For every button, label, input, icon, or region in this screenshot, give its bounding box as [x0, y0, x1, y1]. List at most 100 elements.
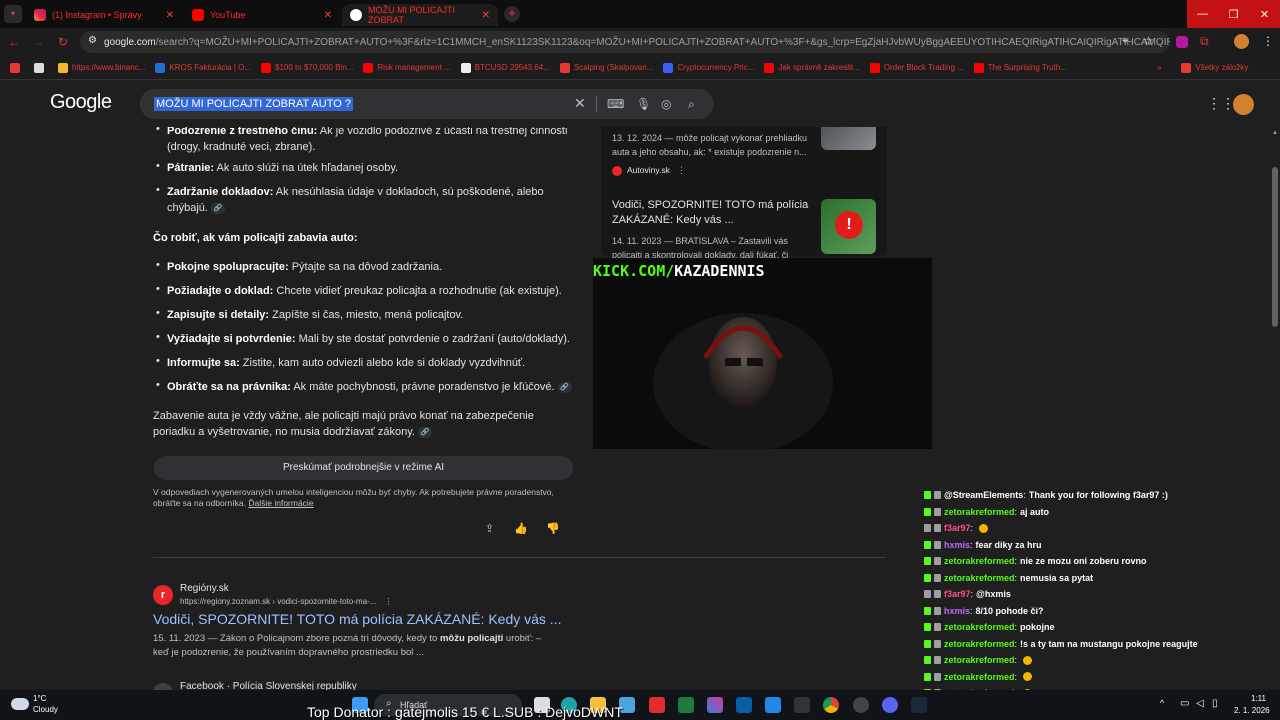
bookmark-gmail[interactable]	[34, 62, 48, 73]
bookmark-label: KROS Fakturácia | O...	[169, 63, 252, 72]
minimize-button[interactable]: —	[1187, 0, 1218, 28]
tab-youtube[interactable]: YouTube ✕	[184, 4, 340, 26]
bookmark-youtube-4[interactable]: Order Block Trading ...	[869, 62, 964, 73]
lens-icon[interactable]: ◎	[661, 97, 671, 111]
chat-username[interactable]: hxmis	[944, 603, 970, 620]
mail-icon[interactable]	[765, 697, 781, 713]
source-title[interactable]: Vodiči, SPOZORNITE! TOTO má polícia ZAKÁ…	[612, 198, 817, 228]
subscriber-badge-icon	[934, 672, 941, 681]
address-bar[interactable]: ⚙ google.com/search?q=MOŽU+MI+POLICAJTI+…	[80, 31, 1170, 53]
app-icon[interactable]	[794, 697, 810, 713]
location-icon[interactable]: ⌖	[1122, 35, 1128, 48]
maximize-button[interactable]: ❐	[1218, 0, 1249, 28]
search-box[interactable]: MOŽU MI POLICAJTI ZOBRAT AUTO ? ✕ ⌨ 🎙 ◎ …	[140, 89, 714, 119]
search-input[interactable]: MOŽU MI POLICAJTI ZOBRAT AUTO ?	[154, 97, 353, 111]
clock-date[interactable]: 2. 1. 2026	[1234, 706, 1270, 715]
bookmark-binance[interactable]: https://www.binanc...	[58, 62, 145, 73]
close-icon[interactable]: ✕	[324, 10, 332, 21]
chat-username[interactable]: zetorakreformed	[944, 619, 1015, 636]
reload-icon[interactable]: ↻	[58, 35, 68, 49]
all-bookmarks[interactable]: Všetky záložky	[1181, 62, 1248, 73]
bookmark-tradingview[interactable]: BTCUSD 29543.64...	[460, 62, 550, 73]
link-icon[interactable]: 🔗	[417, 426, 432, 438]
obs-icon[interactable]	[853, 697, 869, 713]
car-thumbnail[interactable]	[821, 127, 876, 150]
more-options-icon[interactable]: ⋮	[677, 165, 686, 176]
chat-username[interactable]: zetorakreformed	[944, 652, 1015, 669]
copilot-icon[interactable]	[707, 697, 723, 713]
ai-item-text: Zistite, kam auto odviezli alebo kde si …	[239, 357, 526, 369]
bookmark-youtube-5[interactable]: The Surprising Truth...	[973, 62, 1067, 73]
chrome-icon[interactable]	[823, 697, 839, 713]
ai-item-text: Pýtajte sa na dôvod zadržania.	[288, 261, 443, 273]
chat-username[interactable]: f3ar97	[944, 520, 971, 537]
chat-username[interactable]: hxmis	[944, 537, 970, 554]
account-avatar[interactable]	[1233, 94, 1254, 115]
regiony-favicon-icon: r	[153, 585, 173, 605]
steam-icon[interactable]	[911, 697, 927, 713]
menu-icon[interactable]: ⋮	[1262, 34, 1274, 48]
bookmark-apps[interactable]	[10, 62, 24, 73]
warning-thumbnail[interactable]: !	[821, 199, 876, 254]
result-snippet: 15. 11. 2023 — Zákon o Policajnom zbore …	[153, 632, 553, 660]
battery-icon[interactable]: ▯	[1212, 698, 1218, 709]
bookmark-youtube-3[interactable]: Jak správně zakreslit...	[764, 62, 860, 73]
apps-grid-icon[interactable]: ⋮⋮	[1207, 95, 1235, 112]
network-icon[interactable]: ▭	[1180, 698, 1189, 709]
link-icon[interactable]: 🔗	[210, 202, 225, 214]
learn-more-link[interactable]: Ďalšie informácie	[248, 498, 313, 508]
bookmarks-more[interactable]: »	[1157, 63, 1161, 72]
google-logo[interactable]: Google	[50, 91, 112, 114]
clear-icon[interactable]: ✕	[574, 95, 586, 112]
new-tab-button[interactable]: +	[504, 6, 520, 22]
back-icon[interactable]: ←	[8, 35, 20, 49]
weather-icon[interactable]	[11, 698, 29, 710]
volume-icon[interactable]: ◁	[1196, 698, 1204, 709]
thumbs-up-icon[interactable]: 👍	[514, 522, 528, 535]
extensions-puzzle-icon[interactable]: ⧉	[1200, 34, 1209, 49]
app-l-icon[interactable]	[649, 697, 665, 713]
tab-search-button[interactable]: ▾	[4, 5, 22, 23]
site-info-icon[interactable]: ⚙	[88, 35, 97, 46]
chat-username[interactable]: zetorakreformed	[944, 504, 1015, 521]
extension-icon[interactable]	[1176, 36, 1188, 48]
close-icon[interactable]: ✕	[482, 10, 490, 21]
result-title-link[interactable]: Vodiči, SPOZORNITE! TOTO má polícia ZAKÁ…	[153, 611, 561, 627]
chat-username[interactable]: f3ar97	[944, 586, 971, 603]
close-window-button[interactable]: ✕	[1249, 0, 1280, 28]
microphone-icon[interactable]: 🎙	[636, 97, 651, 111]
bookmark-youtube-1[interactable]: $100 to $70,000 Bin...	[261, 62, 353, 73]
excel-icon[interactable]	[678, 697, 694, 713]
tab-google-search[interactable]: MOŽU MI POLICAJTI ZOBRAT ✕	[342, 4, 498, 26]
link-icon[interactable]: 🔗	[557, 381, 572, 393]
thumbs-down-icon[interactable]: 👎	[546, 522, 560, 535]
weather-temperature[interactable]: 1°C	[33, 694, 46, 703]
clock-time[interactable]: 1:11	[1251, 694, 1266, 703]
bookmark-youtube-2[interactable]: Risk management ...	[363, 62, 451, 73]
bookmark-star-icon[interactable]: ☆	[1143, 34, 1154, 48]
bookmark-scalping[interactable]: Scalping (Skalpovan...	[559, 62, 653, 73]
scroll-up-icon[interactable]: ▲	[1272, 130, 1278, 136]
tray-chevron-icon[interactable]: ^	[1160, 698, 1164, 708]
weather-description[interactable]: Cloudy	[33, 705, 58, 714]
chat-username[interactable]: zetorakreformed	[944, 570, 1015, 587]
bullet: •	[156, 259, 160, 271]
search-icon[interactable]: ⌕	[688, 97, 695, 112]
discord-icon[interactable]	[882, 697, 898, 713]
tab-instagram[interactable]: (1) Instagram • Správy ✕	[26, 4, 182, 26]
chat-username[interactable]: zetorakreformed	[944, 553, 1015, 570]
bookmark-kros[interactable]: KROS Fakturácia | O...	[155, 62, 252, 73]
bookmark-crypto[interactable]: Cryptocurrency Pric...	[663, 62, 754, 73]
chat-username[interactable]: zetorakreformed	[944, 669, 1015, 686]
more-options-icon[interactable]: ⋮	[385, 597, 393, 606]
chat-username[interactable]: zetorakreformed	[944, 636, 1015, 653]
profile-avatar[interactable]	[1234, 34, 1249, 49]
keyboard-icon[interactable]: ⌨	[607, 97, 624, 111]
close-icon[interactable]: ✕	[166, 10, 174, 21]
share-icon[interactable]: ⇪	[485, 522, 494, 535]
forward-icon[interactable]: →	[32, 35, 44, 49]
scrollbar-thumb[interactable]	[1272, 167, 1278, 327]
explore-ai-mode-button[interactable]: Preskúmať podrobnejšie v režime AI	[154, 456, 573, 480]
chat-username[interactable]: @StreamElements	[944, 487, 1023, 504]
app-icon[interactable]	[736, 697, 752, 713]
